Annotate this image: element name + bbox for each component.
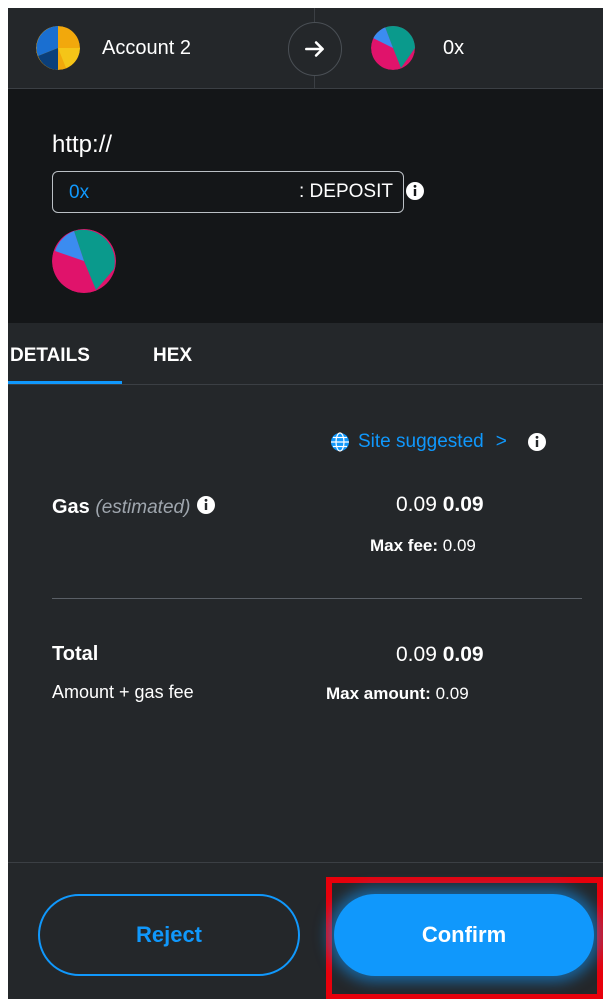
total-sub-label: Amount + gas fee xyxy=(52,682,194,702)
globe-icon xyxy=(331,432,349,452)
reject-button[interactable]: Reject xyxy=(38,894,300,976)
to-account-address: 0x xyxy=(443,36,465,59)
gas-row-label: Gas (estimated) xyxy=(52,495,216,519)
gas-value-plain: 0.09 xyxy=(396,493,437,516)
max-amount-value: 0.09 xyxy=(435,684,469,703)
account-avatar-icon xyxy=(36,26,80,70)
contract-address-link[interactable]: 0x xyxy=(69,182,89,204)
gas-value-bold: 0.09 xyxy=(442,493,484,516)
to-account[interactable]: 0x xyxy=(371,26,464,70)
tab-hex[interactable]: HEX xyxy=(153,345,192,367)
gas-value: 0.09 0.09 xyxy=(396,493,484,517)
max-fee-label: Max fee: xyxy=(370,536,439,555)
contract-avatar-icon xyxy=(52,229,116,293)
arrow-right-icon xyxy=(288,22,342,76)
info-icon[interactable] xyxy=(405,181,425,201)
contract-method-box[interactable]: 0x : DEPOSIT xyxy=(52,171,424,213)
max-fee-value: 0.09 xyxy=(442,536,476,555)
contract-method-name: : DEPOSIT xyxy=(299,181,393,202)
info-icon[interactable] xyxy=(527,432,547,452)
total-value: 0.09 0.09 xyxy=(396,643,484,667)
gas-fee-source-label: Site suggested xyxy=(358,431,484,452)
tab-details[interactable]: DETAILS xyxy=(10,345,90,367)
site-info-panel: http:// 0x : DEPOSIT xyxy=(8,89,603,323)
gas-estimated-note: (estimated) xyxy=(95,497,191,518)
details-divider xyxy=(52,598,582,599)
total-value-plain: 0.09 xyxy=(396,643,437,666)
confirm-transaction-popup: Account 2 0x http:// 0x : DEPOSIT DETAIL… xyxy=(8,8,603,999)
from-account-name: Account 2 xyxy=(102,36,191,59)
site-origin: http:// xyxy=(52,131,113,158)
total-value-bold: 0.09 xyxy=(442,643,484,666)
action-footer: Reject Confirm xyxy=(8,862,603,999)
total-max-amount: Max amount: 0.09 xyxy=(326,684,469,704)
chevron-right-icon: > xyxy=(495,431,507,452)
max-amount-label: Max amount: xyxy=(326,684,431,703)
total-label: Total xyxy=(52,643,99,665)
gas-label: Gas xyxy=(52,496,90,518)
from-account[interactable]: Account 2 xyxy=(36,26,191,70)
info-icon[interactable] xyxy=(196,495,216,515)
account-header: Account 2 0x xyxy=(8,8,603,89)
gas-fee-source-link[interactable]: Site suggested > xyxy=(330,431,547,453)
tab-bar: DETAILS HEX xyxy=(8,323,603,385)
recipient-avatar-icon xyxy=(371,26,415,70)
details-panel: Site suggested > Gas (estimated) 0.09 0.… xyxy=(8,385,603,872)
gas-max-fee: Max fee: 0.09 xyxy=(370,536,476,556)
confirm-button[interactable]: Confirm xyxy=(334,894,594,976)
